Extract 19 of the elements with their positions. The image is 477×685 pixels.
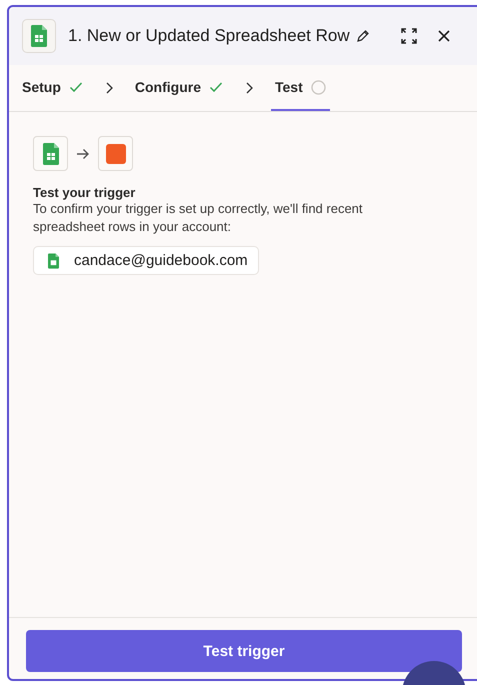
section-heading: Test your trigger <box>33 185 136 200</box>
spreadsheet-icon <box>31 25 47 47</box>
spreadsheet-icon <box>48 252 59 268</box>
arrow-icon <box>76 148 90 160</box>
test-trigger-button[interactable]: Test trigger <box>26 630 462 672</box>
description-text: To confirm your trigger is set up correctly, we'll find recent spreadsheet rows in your account: <box>33 200 364 236</box>
account-email: candace@guidebook.com <box>74 252 248 269</box>
spreadsheet-icon <box>42 142 58 164</box>
close-icon[interactable] <box>438 30 450 42</box>
chevron-icon <box>104 82 113 94</box>
chevron-icon <box>245 82 253 94</box>
pencil-icon[interactable] <box>356 29 370 43</box>
step-tab[interactable]: Test <box>271 65 330 111</box>
account-chip[interactable]: candace@guidebook.com <box>33 246 259 275</box>
step-tab[interactable]: Configure <box>130 65 227 111</box>
app-logo-icon <box>106 144 126 164</box>
step-tab[interactable]: Setup <box>22 65 87 111</box>
step-title: 1. New or Updated Spreadsheet Row <box>68 26 350 46</box>
expand-icon[interactable] <box>400 27 418 45</box>
